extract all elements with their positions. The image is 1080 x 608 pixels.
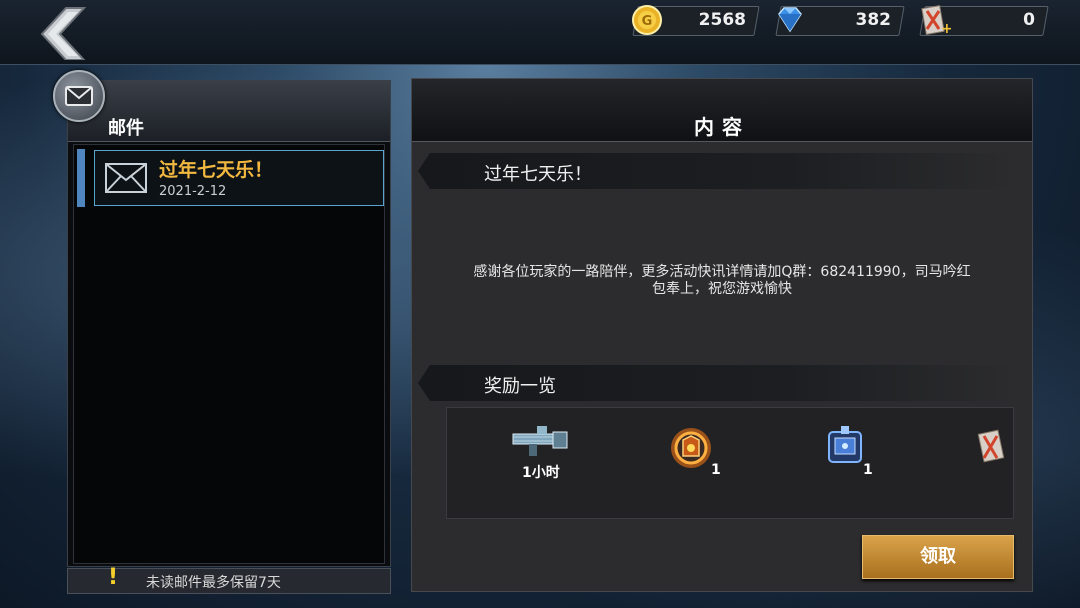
reward-item-minigun[interactable]: 1小时	[507, 418, 577, 498]
rewards-heading: 奖励一览	[484, 376, 556, 397]
content-mail-subject: 过年七天乐！	[484, 164, 592, 185]
mail-badge-envelope-icon	[65, 86, 93, 106]
mail-badge	[53, 70, 105, 122]
ticket-value: 0	[1023, 10, 1035, 30]
back-arrow-icon	[40, 7, 87, 61]
rewards-heading-tab: 奖励一览	[418, 365, 1020, 401]
mail-list-item[interactable]: 过年七天乐！ 2021-2-12	[77, 149, 384, 207]
gold-value: 2568	[698, 10, 746, 30]
minigun-weapon-icon	[512, 426, 568, 456]
diamond-value: 382	[855, 10, 892, 30]
mail-item-body: 过年七天乐！ 2021-2-12	[94, 150, 384, 206]
ticket-counter: + 0	[919, 5, 1049, 37]
reward-item-ticket[interactable]	[975, 418, 1013, 498]
unread-notice-text: 未读邮件最多保留7天	[146, 575, 281, 591]
exclamation-icon: !	[108, 565, 119, 590]
mail-panel-header: 邮件	[68, 81, 390, 142]
ticket-card-icon: +	[921, 5, 951, 37]
top-bar: G 2568 382 + 0	[0, 0, 1080, 65]
reward-qty: 1	[863, 462, 873, 478]
envelope-icon	[105, 163, 147, 193]
mail-list[interactable]: 过年七天乐！ 2021-2-12	[73, 144, 385, 564]
content-header: 内容	[412, 79, 1032, 142]
mail-subject-tab: 过年七天乐！	[418, 153, 1020, 189]
gold-coin-icon: G	[632, 5, 662, 35]
reward-qty: 1小时	[522, 465, 560, 481]
mail-list-panel: 邮件 过年七天乐！ 2021-2-12	[67, 80, 391, 567]
mail-subject: 过年七天乐！	[159, 159, 274, 181]
message-line-1: 感谢各位玩家的一路陪伴，更多活动快讯详情请加Q群：682411990，司马吟红	[473, 264, 971, 280]
gold-counter: G 2568	[632, 5, 760, 36]
reward-qty: 1	[711, 462, 721, 478]
mail-content-panel: 内容 过年七天乐！ 感谢各位玩家的一路陪伴，更多活动快讯详情请加Q群：68241…	[411, 78, 1033, 592]
claim-button-label: 领取	[920, 546, 956, 567]
svg-text:+: +	[941, 21, 951, 37]
reward-item-blue-armor[interactable]: 1	[819, 418, 889, 498]
claim-button[interactable]: 领取	[862, 535, 1014, 579]
mail-message: 感谢各位玩家的一路陪伴，更多活动快讯详情请加Q群：682411990，司马吟红 …	[442, 264, 1002, 298]
unread-notice-bar: ! 未读邮件最多保留7天	[67, 565, 391, 594]
mail-date: 2021-2-12	[159, 184, 227, 199]
diamond-counter: 382	[775, 6, 905, 36]
diamond-icon	[778, 7, 802, 33]
mail-panel-title: 邮件	[108, 118, 144, 139]
selected-marker	[77, 149, 85, 207]
message-line-2: 包奉上，祝您游戏愉快	[652, 281, 792, 297]
svg-text:G: G	[642, 14, 653, 29]
rewards-list: 1小时 1 1	[446, 407, 1014, 519]
reward-item-fire-crest[interactable]: 1	[665, 418, 735, 498]
back-button[interactable]	[36, 6, 90, 61]
content-title: 内容	[694, 115, 750, 139]
ticket-card-icon	[977, 429, 1005, 463]
